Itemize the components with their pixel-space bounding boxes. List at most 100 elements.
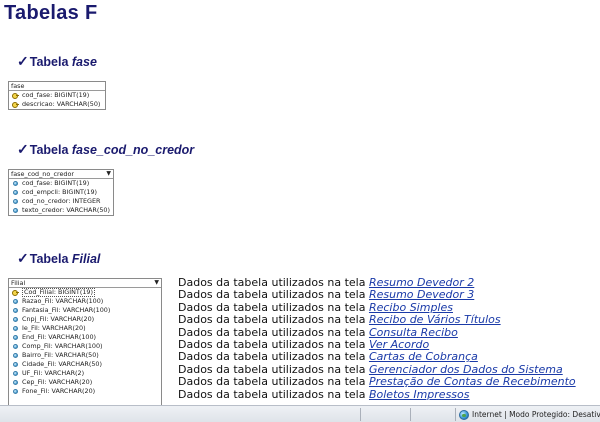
column-label: Fantasia_Fil: VARCHAR(100) (22, 306, 111, 314)
table-title-bar: fase_cod_no_credor ▼ (9, 170, 113, 179)
link-gerenciador-dados[interactable]: Gerenciador dos Dados do Sistema (369, 363, 563, 376)
column-row: texto_credor: VARCHAR(50) (9, 206, 113, 215)
usage-prefix: Dados da tabela utilizados na tela (178, 337, 369, 351)
column-label: cod_empcli: BIGINT(19) (22, 188, 98, 196)
column-label: Fone_Fil: VARCHAR(20) (22, 387, 96, 395)
column-row: Cnpj_Fil: VARCHAR(20) (9, 315, 161, 324)
heading-table-name: fase (71, 55, 97, 69)
link-recibo-varios-titulos[interactable]: Recibo de Vários Títulos (369, 313, 501, 326)
usage-prefix: Dados da tabela utilizados na tela (178, 288, 369, 302)
column-label: UF_Fil: VARCHAR(2) (22, 369, 85, 377)
field-icon (13, 326, 18, 331)
link-consulta-recibo[interactable]: Consulta Recibo (369, 326, 458, 339)
field-icon (13, 335, 18, 340)
dropdown-arrow-icon[interactable]: ▼ (106, 170, 111, 178)
column-label: Cod_Filial: BIGINT(19) (22, 288, 95, 297)
key-icon (12, 289, 19, 296)
section-heading-filial: ✓Tabela Filial (17, 250, 100, 267)
column-row: Ie_Fil: VARCHAR(20) (9, 324, 161, 333)
security-zone[interactable]: Internet | Modo Protegido: Desativado (459, 409, 600, 421)
column-label: Comp_Fil: VARCHAR(100) (22, 342, 103, 350)
column-label: descricao: VARCHAR(50) (22, 100, 101, 108)
usage-list: Dados da tabela utilizados na tela Resum… (178, 276, 576, 401)
checkmark-icon: ✓ (17, 141, 29, 157)
browser-status-bar: Internet | Modo Protegido: Desativado (0, 405, 600, 422)
checkmark-icon: ✓ (17, 53, 29, 69)
link-resumo-devedor-3[interactable]: Resumo Devedor 3 (369, 288, 474, 301)
column-row: cod_empcli: BIGINT(19) (9, 188, 113, 197)
table-diagram-fase[interactable]: fase cod_fase: BIGINT(19) descricao: VAR… (8, 81, 106, 110)
usage-prefix: Dados da tabela utilizados na tela (178, 387, 369, 401)
link-prestacao-contas[interactable]: Prestação de Contas de Recebimento (369, 375, 576, 388)
usage-prefix: Dados da tabela utilizados na tela (178, 375, 369, 389)
table-diagram-filial[interactable]: Filial ▼ Cod_Filial: BIGINT(19) Razao_Fil… (8, 278, 162, 405)
heading-prefix: Tabela (29, 252, 72, 266)
usage-prefix: Dados da tabela utilizados na tela (178, 350, 369, 364)
table-diagram-fase-cod-no-credor[interactable]: fase_cod_no_credor ▼ cod_fase: BIGINT(19)… (8, 169, 114, 216)
column-label: Razao_Fil: VARCHAR(100) (22, 297, 104, 305)
column-label: Cidade_Fil: VARCHAR(50) (22, 360, 102, 368)
page-title: Tabelas F (4, 2, 98, 24)
usage-prefix: Dados da tabela utilizados na tela (178, 300, 369, 314)
column-label: cod_fase: BIGINT(19) (22, 91, 90, 99)
column-row: End_Fil: VARCHAR(100) (9, 333, 161, 342)
column-row: cod_no_credor: INTEGER (9, 197, 113, 206)
field-icon (13, 380, 18, 385)
column-row: cod_fase: BIGINT(19) (9, 179, 113, 188)
column-row-selected: Cod_Filial: BIGINT(19) (9, 288, 161, 297)
status-separator (455, 408, 456, 421)
column-row: Razao_Fil: VARCHAR(100) (9, 297, 161, 306)
link-ver-acordo[interactable]: Ver Acordo (369, 338, 429, 351)
column-label: Cnpj_Fil: VARCHAR(20) (22, 315, 95, 323)
zone-text: Internet | Modo Protegido: Desativado (472, 410, 600, 419)
table-title-bar: fase (9, 82, 105, 91)
column-row: descricao: VARCHAR(50) (9, 100, 105, 109)
field-icon (13, 371, 18, 376)
usage-prefix: Dados da tabela utilizados na tela (178, 362, 369, 376)
column-label: cod_no_credor: INTEGER (22, 197, 101, 205)
link-cartas-cobranca[interactable]: Cartas de Cobrança (369, 350, 478, 363)
table-title-bar: Filial ▼ (9, 279, 161, 288)
column-label: Ie_Fil: VARCHAR(20) (22, 324, 86, 332)
column-row: cod_fase: BIGINT(19) (9, 91, 105, 100)
column-row: Comp_Fil: VARCHAR(100) (9, 342, 161, 351)
usage-prefix: Dados da tabela utilizados na tela (178, 325, 369, 339)
status-separator (360, 408, 361, 421)
field-icon (13, 299, 18, 304)
table-title: fase (11, 82, 25, 90)
dropdown-arrow-icon[interactable]: ▼ (154, 279, 159, 287)
link-recibo-simples[interactable]: Recibo Simples (369, 301, 453, 314)
field-icon (13, 190, 18, 195)
heading-table-name: Filial (71, 252, 101, 266)
field-icon (13, 317, 18, 322)
column-label: Bairro_Fil: VARCHAR(50) (22, 351, 99, 359)
column-row: Fone_Fil: VARCHAR(20) (9, 387, 161, 396)
section-heading-fase: ✓Tabela fase (17, 53, 97, 70)
field-icon (13, 181, 18, 186)
usage-row: Dados da tabela utilizados na tela Bolet… (178, 387, 576, 401)
section-heading-fase-cod-no-credor: ✓Tabela fase_cod_no_credor (17, 141, 194, 158)
usage-prefix: Dados da tabela utilizados na tela (178, 313, 369, 327)
field-icon (13, 199, 18, 204)
globe-icon (459, 410, 469, 420)
field-icon (13, 344, 18, 349)
column-row: UF_Fil: VARCHAR(2) (9, 369, 161, 378)
table-title: Filial (11, 279, 26, 287)
field-icon (13, 208, 18, 213)
field-icon (13, 308, 18, 313)
heading-table-name: fase_cod_no_credor (71, 143, 195, 157)
status-separator (410, 408, 411, 421)
link-boletos-impressos[interactable]: Boletos Impressos (369, 388, 470, 401)
checkmark-icon: ✓ (17, 250, 29, 266)
field-icon (13, 362, 18, 367)
field-icon (13, 389, 18, 394)
heading-prefix: Tabela (29, 55, 72, 69)
column-row: Bairro_Fil: VARCHAR(50) (9, 351, 161, 360)
column-label: End_Fil: VARCHAR(100) (22, 333, 97, 341)
link-resumo-devedor-2[interactable]: Resumo Devedor 2 (369, 276, 474, 289)
column-label: texto_credor: VARCHAR(50) (22, 206, 110, 214)
usage-prefix: Dados da tabela utilizados na tela (178, 276, 369, 289)
key-icon (12, 92, 19, 99)
field-icon (13, 353, 18, 358)
heading-prefix: Tabela (29, 143, 72, 157)
